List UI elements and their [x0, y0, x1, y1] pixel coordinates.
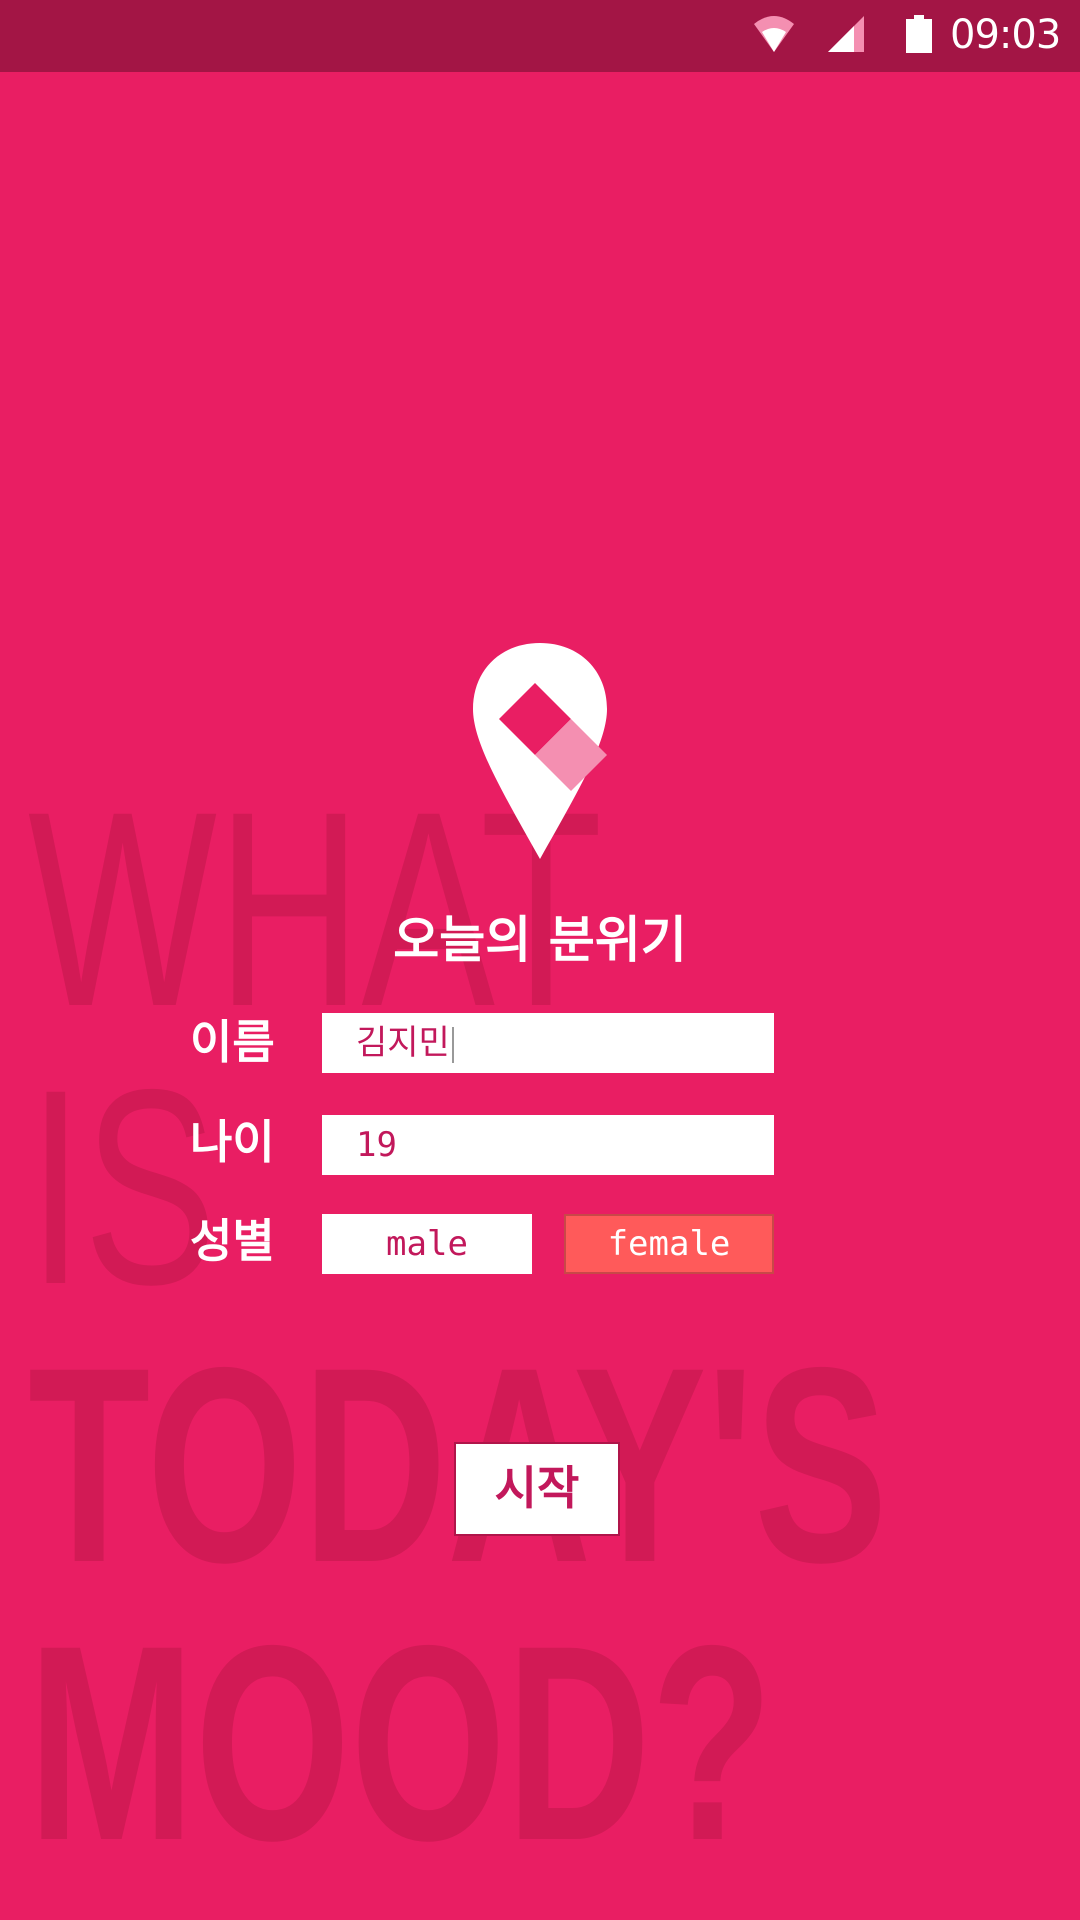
- slogan-line: IS: [28, 1031, 218, 1342]
- status-time: 09:03: [950, 12, 1061, 58]
- gender-male-button[interactable]: male: [322, 1214, 532, 1274]
- age-input[interactable]: 19: [322, 1115, 774, 1175]
- age-label: 나이: [190, 1115, 275, 1169]
- gender-female-button[interactable]: female: [564, 1214, 774, 1274]
- signal-icon: [828, 16, 864, 52]
- wifi-icon: [754, 16, 794, 52]
- battery-icon: [906, 15, 932, 53]
- name-input-value: 김지민: [356, 1023, 450, 1063]
- text-caret: [451, 1026, 454, 1063]
- name-label: 이름: [190, 1015, 275, 1069]
- map-pin-logo-icon: [473, 643, 607, 859]
- status-bar: 09:03: [0, 0, 1080, 72]
- age-input-value: 19: [356, 1125, 397, 1165]
- app-title: 오늘의 분위기: [393, 911, 687, 969]
- name-input[interactable]: 김지민: [322, 1013, 774, 1073]
- slogan-line: MOOD?: [28, 1587, 773, 1898]
- app-screen: 09:03 WHAT IS TODAY'S MOOD? 오늘의 분위기 이름 김…: [0, 0, 1080, 1920]
- gender-label: 성별: [190, 1214, 275, 1268]
- start-button[interactable]: 시작: [454, 1442, 620, 1536]
